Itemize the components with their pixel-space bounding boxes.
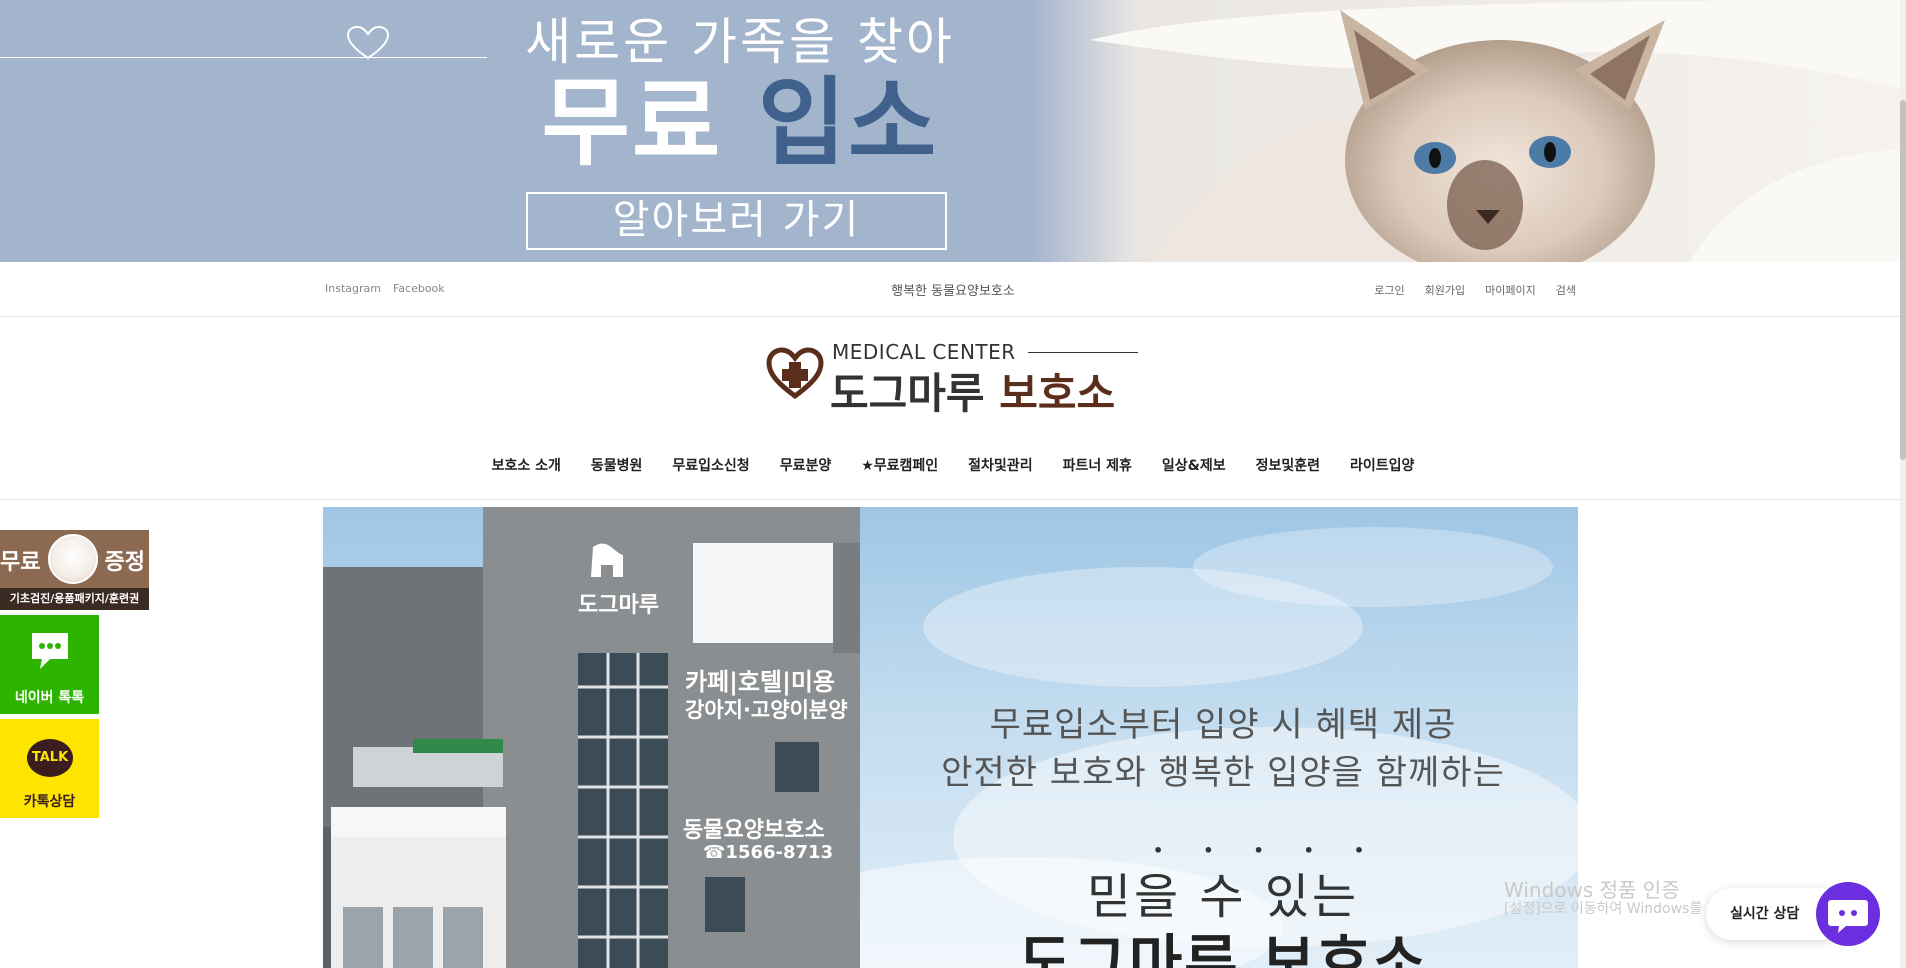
nav-item-label[interactable]: 라이트입양 — [1350, 458, 1414, 474]
instagram-link[interactable]: Instagram — [325, 282, 381, 295]
account-links: 로그인 회원가입 마이페이지 검색 — [1374, 282, 1576, 298]
free-gift-banner[interactable]: 무료 증정 기초검진/용품패키지/훈련권 — [0, 530, 149, 610]
main-nav: 보호소 소개 동물병원 무료입소신청 무료분양 ★무료캠페인 절차및관리 파트너… — [0, 452, 1906, 500]
logo-divider — [1028, 352, 1138, 353]
chat-bubble-icon — [32, 633, 68, 669]
banner-cta-button[interactable]: 알아보러 가기 — [526, 192, 947, 250]
nav-item-daily[interactable]: 일상&제보 — [1162, 455, 1226, 475]
nav-item-free-adoption[interactable]: 무료분양 — [780, 455, 832, 475]
site-logo[interactable]: MEDICAL CENTER 도그마루 보호소 — [760, 340, 1140, 418]
building-sign-phone: ☎1566-8713 — [703, 842, 834, 863]
free-gift-left-text: 무료 — [0, 550, 41, 575]
nav-item-campaign[interactable]: ★무료캠페인 — [861, 455, 938, 475]
nav-item-label[interactable]: 무료입소신청 — [672, 458, 749, 474]
signup-link[interactable]: 회원가입 — [1425, 282, 1465, 298]
building-sign-services: 카페|호텔|미용 — [685, 668, 836, 696]
nav-item-training[interactable]: 정보및훈련 — [1256, 455, 1320, 475]
nav-item-label[interactable]: ★무료캠페인 — [861, 458, 938, 474]
search-link[interactable]: 검색 — [1556, 282, 1576, 298]
hero-line-benefits: 무료입소부터 입양 시 혜택 제공 — [989, 705, 1457, 745]
nav-item-label[interactable]: 보호소 소개 — [492, 458, 561, 474]
hero-shelter-name: 도그마루 보호소 — [1018, 928, 1428, 968]
nav-item-label[interactable]: 절차및관리 — [968, 458, 1032, 474]
free-gift-details: 기초검진/용품패키지/훈련권 — [0, 588, 149, 610]
login-link[interactable]: 로그인 — [1374, 282, 1404, 298]
site-tagline: 행복한 동물요양보호소 — [891, 284, 1015, 299]
banner-title-blue: 입소 — [757, 67, 939, 179]
logo-name: 도그마루 보호소 — [830, 360, 1115, 421]
facebook-link[interactable]: Facebook — [393, 282, 445, 295]
building-sign-logo: 도그마루 — [578, 593, 659, 618]
heart-cross-icon — [766, 347, 824, 400]
logo-name-accent: 보호소 — [999, 369, 1116, 418]
nav-item-free-admission[interactable]: 무료입소신청 — [672, 455, 749, 475]
page-scrollbar[interactable] — [1900, 0, 1906, 968]
nav-item-about[interactable]: 보호소 소개 — [492, 455, 561, 475]
chat-icon — [1828, 900, 1868, 933]
logo-name-main: 도그마루 — [830, 369, 985, 418]
hero-line-safe-adoption: 안전한 보호와 행복한 입양을 함께하는 — [941, 753, 1505, 793]
social-links: Instagram Facebook — [325, 282, 445, 295]
kitten-photo — [1030, 0, 1906, 262]
nav-item-label[interactable]: 무료분양 — [780, 458, 832, 474]
nav-item-partner[interactable]: 파트너 제휴 — [1063, 455, 1132, 475]
nav-item-procedure[interactable]: 절차및관리 — [968, 455, 1032, 475]
building-sign-adoption: 강아지·고양이분양 — [685, 698, 848, 722]
mypage-link[interactable]: 마이페이지 — [1485, 282, 1536, 298]
scrollbar-thumb[interactable] — [1900, 100, 1906, 460]
promo-banner[interactable]: 새로운 가족을 찾아 무료 입소 알아보러 가기 — [0, 0, 1906, 262]
nav-item-light-adoption[interactable]: 라이트입양 — [1350, 455, 1414, 475]
kakao-talk-button[interactable]: TALK 카톡상담 — [0, 719, 99, 818]
hero-section: 도그마루 카페|호텔|미용 강아지·고양이분양 동물요양보호소 ☎1566-87… — [323, 507, 1578, 968]
banner-headline: 새로운 가족을 찾아 — [525, 13, 955, 71]
live-chat-button[interactable] — [1816, 882, 1880, 946]
shelter-building-photo — [323, 507, 860, 968]
kakao-talk-label: 카톡상담 — [23, 794, 76, 810]
nav-item-label[interactable]: 동물병원 — [591, 458, 643, 474]
free-gift-right-text: 증정 — [104, 550, 145, 575]
nav-item-hospital[interactable]: 동물병원 — [591, 455, 643, 475]
banner-title-white: 무료 — [541, 67, 723, 179]
puppy-avatar — [48, 534, 98, 584]
banner-title: 무료 입소 — [520, 68, 960, 178]
banner-decor-line — [0, 57, 487, 58]
kakao-talk-icon: TALK — [27, 739, 73, 777]
heart-outline-icon — [346, 26, 390, 60]
nav-item-label[interactable]: 파트너 제휴 — [1063, 458, 1132, 474]
building-sign-shelter: 동물요양보호소 — [683, 818, 825, 843]
naver-talk-button[interactable]: 네이버 톡톡 — [0, 615, 99, 714]
nav-item-label[interactable]: 정보및훈련 — [1256, 458, 1320, 474]
naver-talk-label: 네이버 톡톡 — [14, 690, 85, 706]
nav-item-label[interactable]: 일상&제보 — [1162, 458, 1226, 474]
utility-bar: Instagram Facebook 행복한 동물요양보호소 로그인 회원가입 … — [0, 262, 1906, 317]
